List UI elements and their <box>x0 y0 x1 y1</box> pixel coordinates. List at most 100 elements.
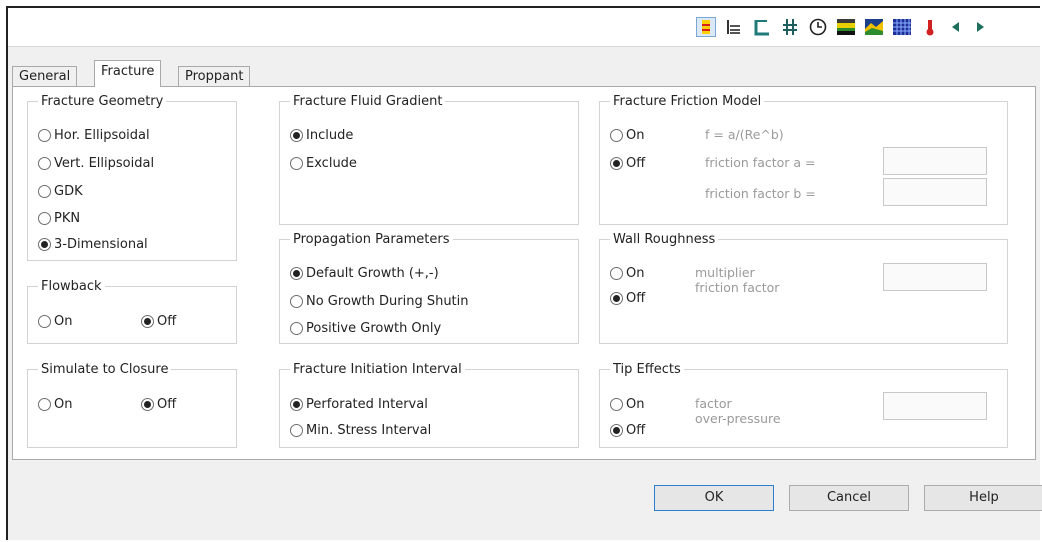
radio-circle <box>610 291 623 305</box>
friction-factor-b-label: friction factor b = <box>705 186 816 201</box>
radio-flowback-off[interactable]: Off <box>141 312 176 330</box>
grid-icon[interactable] <box>892 17 912 37</box>
radio-flowback-on[interactable]: On <box>38 312 72 330</box>
radio-circle <box>290 423 303 437</box>
group-title: Fracture Fluid Gradient <box>293 94 443 109</box>
cancel-button[interactable]: Cancel <box>789 485 909 511</box>
radio-label: Default Growth (+,-) <box>306 265 439 281</box>
map-icon[interactable] <box>864 17 884 37</box>
radio-circle <box>610 128 623 142</box>
friction-factor-a-label: friction factor a = <box>705 155 816 170</box>
toolbar <box>8 8 1040 47</box>
radio-label: Off <box>626 422 646 438</box>
radio-circle <box>38 314 51 328</box>
friction-factor-a-field[interactable] <box>883 147 987 175</box>
group-title: Fracture Initiation Interval <box>293 362 462 377</box>
radio-label: Vert. Ellipsoidal <box>54 155 155 171</box>
clock-icon[interactable] <box>808 17 828 37</box>
radio-vert-ellipsoidal[interactable]: Vert. Ellipsoidal <box>38 154 154 172</box>
layers-icon[interactable] <box>836 17 856 37</box>
perforation-icon[interactable] <box>780 17 800 37</box>
tab-proppant[interactable]: Proppant <box>178 66 251 86</box>
radio-label: On <box>626 127 645 143</box>
group-title: Simulate to Closure <box>41 362 169 377</box>
radio-label: Positive Growth Only <box>306 320 442 336</box>
arrow-left-icon[interactable] <box>946 17 966 37</box>
propagation-group: Propagation Parameters Default Growth (+… <box>279 232 579 344</box>
friction-factor-label: friction factor <box>695 280 780 295</box>
radio-label: Off <box>626 155 646 171</box>
radio-circle <box>610 266 623 280</box>
friction-factor-b-field[interactable] <box>883 178 987 206</box>
initiation-interval-group: Fracture Initiation Interval Perforated … <box>279 362 579 448</box>
radio-3-dimensional[interactable]: 3-Dimensional <box>38 235 148 253</box>
group-title: Fracture Friction Model <box>613 94 762 109</box>
radio-label: 3-Dimensional <box>54 236 148 252</box>
radio-wall-off[interactable]: Off <box>610 289 645 307</box>
radio-circle <box>38 237 51 251</box>
thermometer-icon[interactable] <box>920 17 940 37</box>
radio-circle <box>290 266 303 280</box>
radio-circle <box>290 156 303 170</box>
radio-label: Off <box>157 396 177 412</box>
radio-label: On <box>626 265 645 281</box>
radio-label: Hor. Ellipsoidal <box>54 127 150 143</box>
radio-label: On <box>54 313 73 329</box>
wall-roughness-field[interactable] <box>883 263 987 291</box>
group-title: Wall Roughness <box>613 232 716 247</box>
radio-closure-off[interactable]: Off <box>141 395 176 413</box>
radio-friction-on[interactable]: On <box>610 126 644 144</box>
radio-min-stress-interval[interactable]: Min. Stress Interval <box>290 421 431 439</box>
radio-circle <box>290 397 303 411</box>
radio-closure-on[interactable]: On <box>38 395 72 413</box>
radio-label: On <box>54 396 73 412</box>
arrow-right-icon[interactable] <box>970 17 990 37</box>
radio-default-growth[interactable]: Default Growth (+,-) <box>290 264 439 282</box>
radio-label: Perforated Interval <box>306 396 428 412</box>
radio-label: Off <box>157 313 177 329</box>
radio-circle <box>141 314 154 328</box>
tip-effects-field[interactable] <box>883 392 987 420</box>
radio-exclude[interactable]: Exclude <box>290 154 357 172</box>
radio-hor-ellipsoidal[interactable]: Hor. Ellipsoidal <box>38 126 150 144</box>
simulate-closure-group: Simulate to Closure On Off <box>27 362 237 448</box>
radio-pkn[interactable]: PKN <box>38 209 80 227</box>
radio-friction-off[interactable]: Off <box>610 154 645 172</box>
radio-wall-on[interactable]: On <box>610 264 644 282</box>
radio-positive-growth[interactable]: Positive Growth Only <box>290 319 441 337</box>
radio-tip-on[interactable]: On <box>610 395 644 413</box>
dialog-window: General Fracture Proppant Fracture Geome… <box>6 6 1042 540</box>
radio-label: PKN <box>54 210 81 226</box>
fracture-geometry-group: Fracture Geometry Hor. Ellipsoidal Vert.… <box>27 94 237 261</box>
radio-circle <box>610 397 623 411</box>
fluid-gradient-group: Fracture Fluid Gradient Include Exclude <box>279 94 579 225</box>
radio-circle <box>38 211 51 225</box>
tip-effects-group: Tip Effects On Off factor over-pressure <box>599 362 1008 448</box>
group-title: Propagation Parameters <box>293 232 450 247</box>
tab-general[interactable]: General <box>12 66 78 86</box>
log-icon[interactable] <box>724 17 744 37</box>
radio-circle <box>290 294 303 308</box>
radio-gdk[interactable]: GDK <box>38 182 83 200</box>
radio-tip-off[interactable]: Off <box>610 421 645 439</box>
radio-perforated-interval[interactable]: Perforated Interval <box>290 395 428 413</box>
radio-circle <box>290 321 303 335</box>
tab-fracture[interactable]: Fracture <box>94 60 162 87</box>
radio-no-growth-shutin[interactable]: No Growth During Shutin <box>290 292 469 310</box>
radio-include[interactable]: Include <box>290 126 353 144</box>
flowback-group: Flowback On Off <box>27 279 237 344</box>
ok-button[interactable]: OK <box>654 485 774 511</box>
radio-circle <box>38 184 51 198</box>
radio-circle <box>610 156 623 170</box>
group-title: Tip Effects <box>613 362 681 377</box>
wall-roughness-group: Wall Roughness On Off multiplier frictio… <box>599 232 1008 344</box>
over-pressure-label: over-pressure <box>695 411 781 426</box>
wellbore-icon[interactable] <box>752 17 772 37</box>
radio-circle <box>38 397 51 411</box>
radio-label: Exclude <box>306 155 357 171</box>
group-title: Flowback <box>41 279 102 294</box>
radio-label: GDK <box>54 183 83 199</box>
fracture-icon[interactable] <box>696 17 716 37</box>
radio-circle <box>38 156 51 170</box>
help-button[interactable]: Help <box>924 485 1042 511</box>
